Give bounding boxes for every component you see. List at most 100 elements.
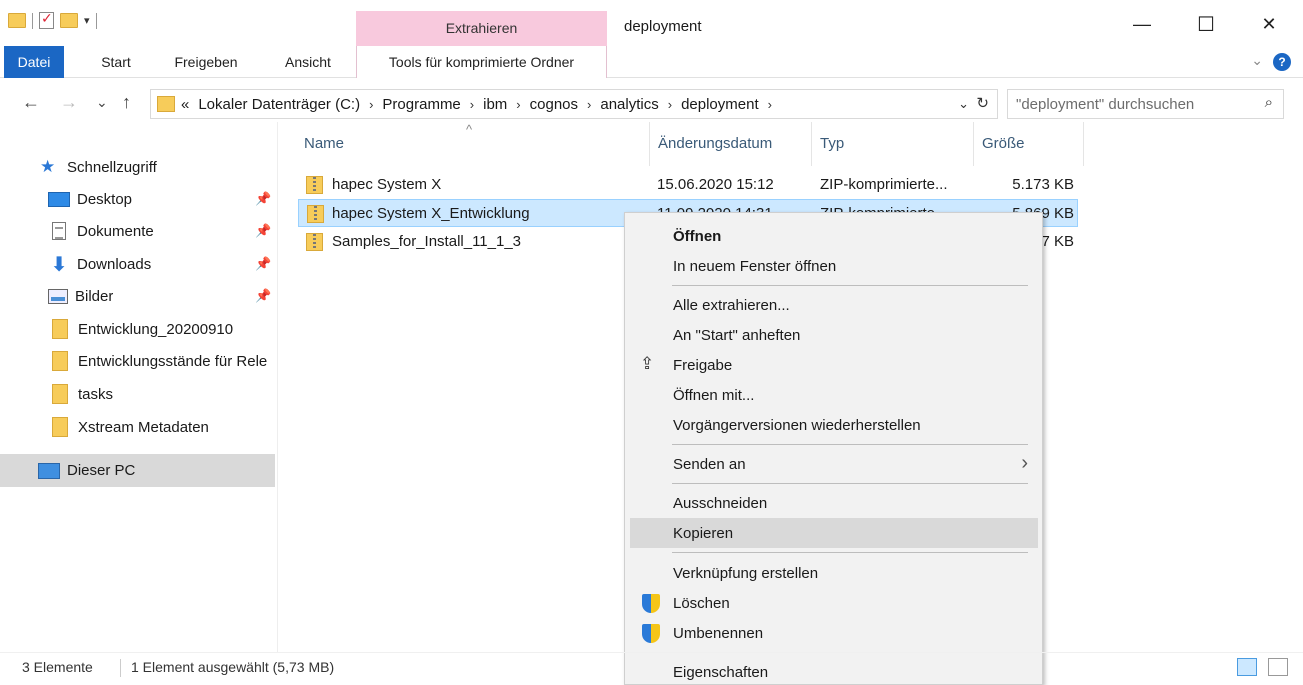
shield-icon [642,624,660,643]
menu-item-label: Löschen [673,595,730,612]
status-divider [120,659,121,677]
breadcrumb-separator-icon[interactable]: › [587,97,591,112]
menu-item-umbenennen[interactable]: Umbenennen [630,618,1038,648]
breadcrumb-overflow-icon[interactable]: « [181,96,189,113]
menu-item-neues-fenster[interactable]: In neuem Fenster öffnen [630,251,1038,281]
column-header-type[interactable]: Typ [812,122,974,166]
breadcrumb-separator-icon[interactable]: › [768,97,772,112]
sidebar-item-label: tasks [78,385,114,403]
breadcrumb-separator-icon[interactable]: › [516,97,520,112]
sidebar-item-dokumente[interactable]: Dokumente 📌 [0,216,275,246]
sidebar-item-entwicklungsstaende[interactable]: Entwicklungsstände für Rele [0,346,275,376]
tab-tools-komprimierte-ordner[interactable]: Tools für komprimierte Ordner [356,46,607,78]
breadcrumb-item[interactable]: analytics [600,96,658,113]
close-button[interactable]: ✕ [1257,12,1281,36]
file-row[interactable]: hapec System X 15.06.2020 15:12 ZIP-komp… [298,171,1078,199]
breadcrumb-item[interactable]: deployment [681,96,759,113]
up-icon[interactable]: ↑ [122,92,131,113]
recent-locations-icon[interactable]: ⌄ [96,94,108,111]
pin-icon[interactable]: 📌 [255,256,271,272]
menu-item-label: Verknüpfung erstellen [673,565,819,582]
selection-info: 1 Element ausgewählt (5,73 MB) [131,659,335,675]
menu-item-kopieren[interactable]: Kopieren [630,518,1038,548]
file-date: 15.06.2020 15:12 [657,176,774,193]
downloads-icon: ⬇ [50,253,68,276]
forward-icon[interactable]: → [60,92,78,113]
customize-toolbar-dropdown-icon[interactable]: ▾ [84,14,90,27]
breadcrumb-separator-icon[interactable]: › [668,97,672,112]
details-view-icon[interactable] [1237,658,1257,676]
breadcrumb-item[interactable]: Lokaler Datenträger (C:) [198,96,360,113]
breadcrumb-separator-icon[interactable]: › [470,97,474,112]
minimize-button[interactable]: — [1130,12,1154,36]
menu-item-an-start-anheften[interactable]: An "Start" anheften [630,320,1038,350]
menu-item-vorgaengerversionen[interactable]: Vorgängerversionen wiederherstellen [630,410,1038,440]
sidebar-item-label: Bilder [75,287,114,305]
status-bar: 3 Elemente 1 Element ausgewählt (5,73 MB… [0,652,1303,685]
menu-item-oeffnen-mit[interactable]: Öffnen mit... [630,380,1038,410]
menu-item-label: Umbenennen [673,625,764,642]
tab-freigeben[interactable]: Freigeben [160,46,252,78]
zip-folder-icon [307,205,324,223]
tab-datei[interactable]: Datei [4,46,64,78]
folder-icon [52,351,68,371]
address-bar[interactable]: « Lokaler Datenträger (C:) › Programme ›… [150,89,998,119]
pictures-icon [48,288,68,304]
sidebar-item-entwicklung-20200910[interactable]: Entwicklung_20200910 [0,314,275,344]
search-box[interactable]: ⌕ [1007,89,1284,119]
breadcrumb-separator-icon[interactable]: › [369,97,373,112]
menu-separator [672,444,1028,445]
pc-icon [38,462,60,479]
back-icon[interactable]: ← [22,92,40,113]
maximize-button[interactable]: ☐ [1194,12,1218,36]
breadcrumb-item[interactable]: Programme [382,96,460,113]
breadcrumb-item[interactable]: cognos [530,96,578,113]
sidebar-item-label: Desktop [77,190,133,208]
menu-item-oeffnen[interactable]: Öffnen [630,221,1038,251]
menu-item-loeschen[interactable]: Löschen [630,588,1038,618]
column-header-size[interactable]: Größe [974,122,1084,166]
menu-item-senden-an[interactable]: Senden an › [630,449,1038,479]
pin-icon[interactable]: 📌 [255,223,271,239]
address-history-dropdown-icon[interactable]: ⌄ [958,96,969,112]
column-header-date[interactable]: Änderungsdatum [650,122,812,166]
shield-icon [642,594,660,613]
file-name: hapec System X_Entwicklung [332,205,530,222]
breadcrumb-item[interactable]: ibm [483,96,507,113]
folder-icon[interactable] [8,13,26,28]
sidebar-item-downloads[interactable]: ⬇ Downloads 📌 [0,249,275,279]
toolbar-divider [95,12,97,29]
sidebar-item-desktop[interactable]: Desktop 📌 [0,184,275,214]
breadcrumb: « Lokaler Datenträger (C:) › Programme ›… [181,96,781,113]
sidebar-item-xstream-metadaten[interactable]: Xstream Metadaten [0,412,275,442]
navigation-bar: ← → ⌄ ↑ « Lokaler Datenträger (C:) › Pro… [0,86,1303,122]
new-folder-icon[interactable] [60,13,78,28]
refresh-icon[interactable]: ↻ [976,94,989,112]
menu-item-ausschneiden[interactable]: Ausschneiden [630,488,1038,518]
folder-icon [52,319,68,339]
menu-item-verknuepfung-erstellen[interactable]: Verknüpfung erstellen [630,558,1038,588]
sidebar-item-dieser-pc[interactable]: Dieser PC [0,454,275,487]
window-title: deployment [624,18,702,35]
collapse-ribbon-icon[interactable]: ⌄ [1251,52,1263,69]
menu-item-label: Alle extrahieren... [673,297,790,314]
menu-item-freigabe[interactable]: ⇪ Freigabe [630,350,1038,380]
properties-icon[interactable] [39,10,54,29]
desktop-icon [48,191,70,207]
pin-icon[interactable]: 📌 [255,288,271,304]
sidebar-item-schnellzugriff[interactable]: ★ Schnellzugriff [0,152,275,182]
sidebar-item-bilder[interactable]: Bilder 📌 [0,281,275,311]
tab-ansicht[interactable]: Ansicht [270,46,346,78]
large-icons-view-icon[interactable] [1268,658,1288,676]
column-header-name[interactable]: Name [296,122,650,166]
pin-icon[interactable]: 📌 [255,191,271,207]
sidebar-item-label: Schnellzugriff [67,158,157,176]
sidebar-item-label: Dokumente [77,222,154,240]
search-input[interactable] [1016,94,1246,114]
tab-start[interactable]: Start [88,46,144,78]
search-icon[interactable]: ⌕ [1265,94,1273,111]
menu-item-label: Senden an [673,456,746,473]
sidebar-item-tasks[interactable]: tasks [0,379,275,409]
menu-item-alle-extrahieren[interactable]: Alle extrahieren... [630,290,1038,320]
help-icon[interactable]: ? [1273,53,1291,71]
